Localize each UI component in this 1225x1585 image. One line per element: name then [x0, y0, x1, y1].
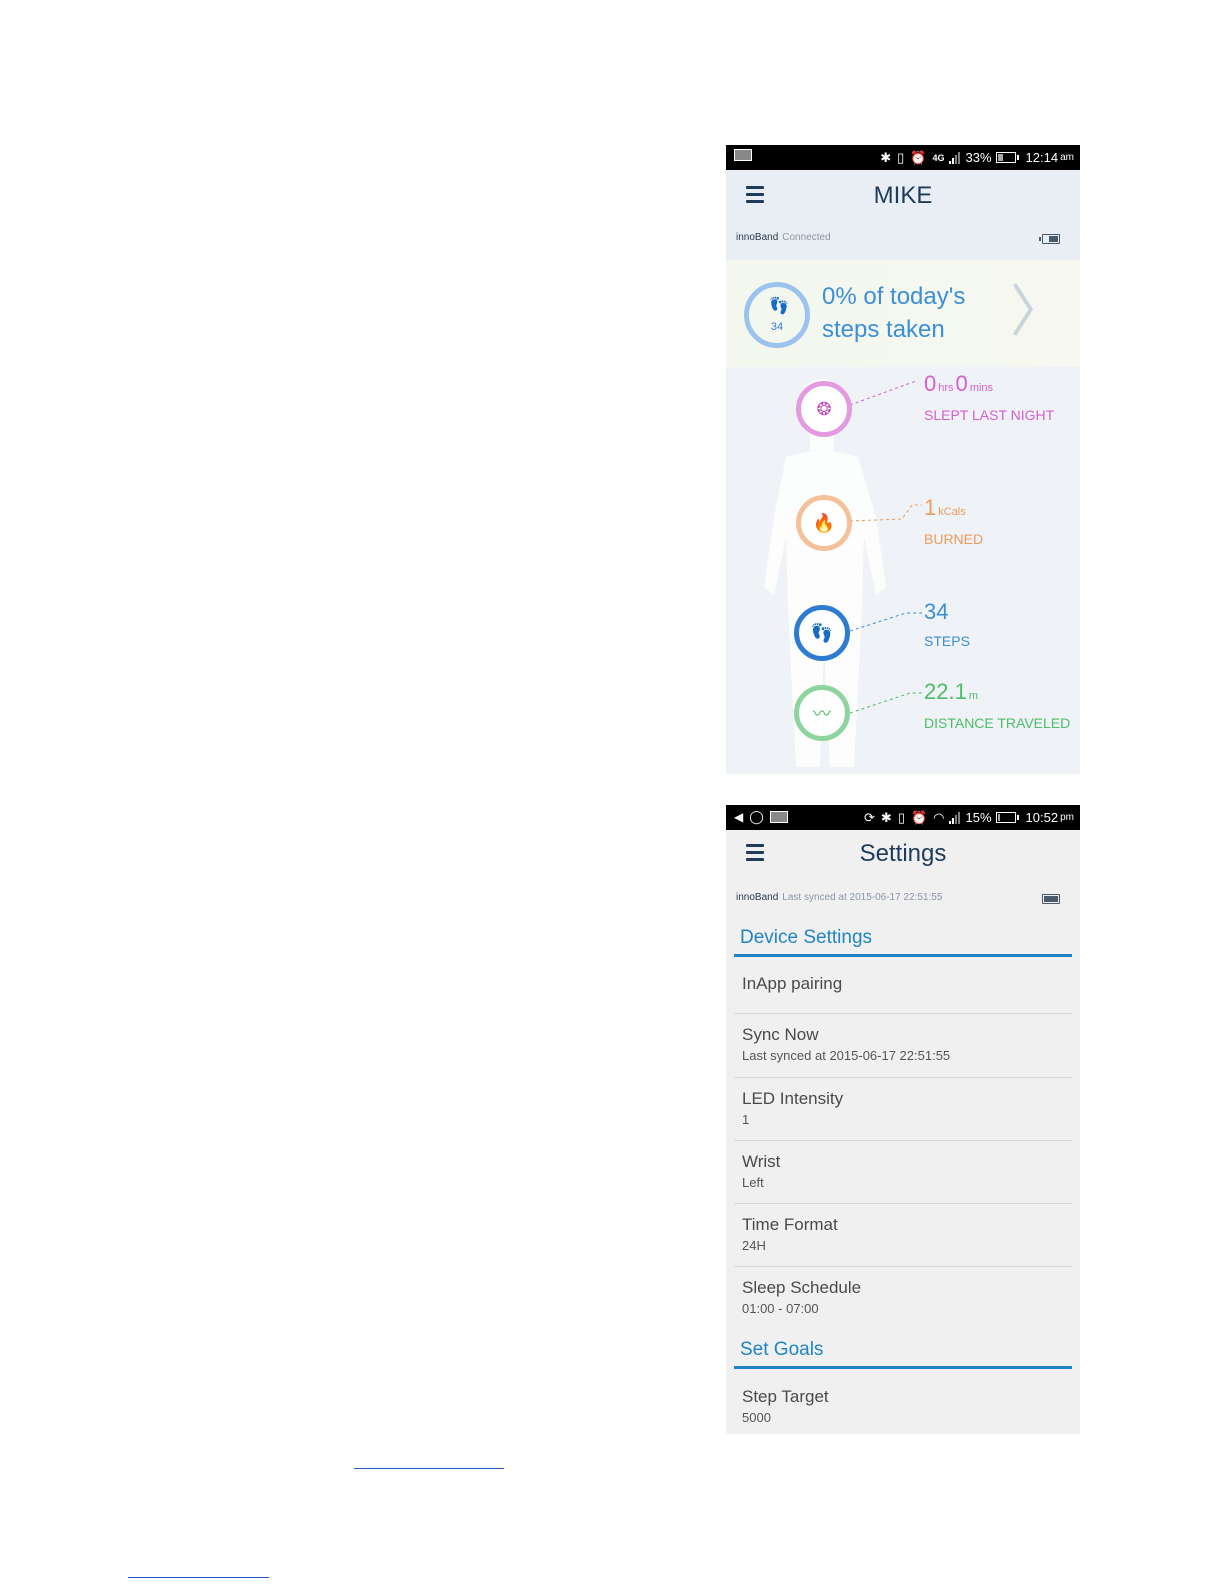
footprints-icon: 👣	[769, 298, 789, 315]
settings-row-wrist[interactable]: Wrist Left	[734, 1142, 1072, 1204]
footprints-icon[interactable]: 👣	[794, 605, 850, 661]
status-bar: ✱ ▯ ⏰ 4G 33% 12:14 am	[726, 145, 1080, 170]
bluetooth-icon: ✱	[880, 149, 892, 165]
settings-screen: ◀ ◯ ⟳ ✱ ▯ ⏰ ◠ 15% 10:52 pm Settings inno…	[726, 805, 1080, 1434]
distance-value: 22.1 m	[924, 679, 980, 705]
steps-label: STEPS	[924, 633, 970, 649]
sleep-value: 0 hrs0 mins	[924, 371, 995, 397]
wifi-icon: ◠	[933, 809, 945, 825]
back-notification-icon: ◀	[734, 810, 744, 824]
distance-label: DISTANCE TRAVELED	[924, 715, 1071, 731]
settings-row-value: 1	[742, 1112, 750, 1127]
settings-row-value: Left	[742, 1175, 764, 1190]
settings-row-led-intensity[interactable]: LED Intensity 1	[734, 1079, 1072, 1141]
whatsapp-icon: ◯	[749, 809, 764, 824]
sleep-minutes: 0	[955, 371, 968, 396]
sleep-minutes-unit: mins	[969, 382, 994, 394]
steps-banner[interactable]: 👣 34 0% of today's steps taken 〉	[726, 260, 1080, 367]
sleep-hours-unit: hrs	[938, 382, 954, 394]
flame-icon[interactable]: 🔥	[796, 495, 852, 551]
steps-value: 34	[924, 599, 949, 624]
battery-icon	[995, 812, 1019, 823]
calories-number: 1	[924, 495, 937, 520]
network-type-icon: 4G	[932, 152, 945, 163]
settings-row-title: Sync Now	[742, 1025, 819, 1044]
battery-percent: 33%	[965, 150, 992, 165]
settings-row-sleep-schedule[interactable]: Sleep Schedule 01:00 - 07:00	[734, 1268, 1072, 1328]
battery-percent: 15%	[965, 810, 992, 825]
image-notification-icon	[769, 811, 788, 823]
bluetooth-icon: ✱	[880, 809, 892, 825]
vibrate-icon: ▯	[897, 809, 905, 825]
steps-ring-count: 34	[770, 321, 784, 333]
band-battery-icon	[1042, 894, 1060, 904]
home-screen: ✱ ▯ ⏰ 4G 33% 12:14 am MIKE innoBand Conne…	[726, 145, 1080, 774]
settings-row-time-format[interactable]: Time Format 24H	[734, 1205, 1072, 1267]
alarm-icon: ⏰	[910, 149, 927, 165]
settings-row-title: Wrist	[742, 1152, 781, 1171]
status-bar: ◀ ◯ ⟳ ✱ ▯ ⏰ ◠ 15% 10:52 pm	[726, 805, 1080, 830]
steps-banner-line1: 0% of today's	[822, 283, 966, 310]
distance-number: 22.1	[924, 679, 967, 704]
settings-row-title: Step Target	[742, 1387, 829, 1406]
brain-icon[interactable]: ❂	[796, 381, 852, 437]
settings-row-title: Time Format	[742, 1215, 838, 1234]
alarm-icon: ⏰	[910, 809, 928, 825]
settings-row-inapp-pairing[interactable]: InApp pairing	[734, 957, 1072, 1014]
calories-value: 1 kCals	[924, 495, 968, 521]
sleep-label: SLEPT LAST NIGHT	[924, 407, 1055, 423]
image-notification-icon	[734, 149, 752, 161]
settings-row-value: 24H	[742, 1238, 766, 1253]
clock: 12:14	[1025, 150, 1059, 165]
page-title: MIKE	[873, 182, 933, 209]
distance-unit: m	[968, 690, 978, 702]
clock: 10:52	[1025, 810, 1059, 825]
signal-icon	[948, 811, 960, 824]
calories-unit: kCals	[938, 506, 966, 518]
settings-row-value: 5000	[742, 1410, 771, 1425]
sync-icon: ⟳	[864, 809, 875, 825]
steps-banner-text: 0% of today's steps taken	[822, 280, 965, 346]
device-status-line: innoBand Last synced at 2015-06-17 22:51:…	[736, 892, 942, 903]
settings-row-step-target[interactable]: Step Target 5000	[734, 1375, 1072, 1434]
app-header: Settings innoBand Last synced at 2015-06-…	[726, 830, 1080, 957]
band-battery-icon	[1039, 234, 1060, 244]
signal-icon	[948, 151, 960, 164]
calories-label: BURNED	[924, 531, 984, 547]
body-stats-area: ❂ 0 hrs0 mins SLEPT LAST NIGHT 🔥 1 kCals BU…	[726, 367, 1080, 774]
settings-row-title: InApp pairing	[742, 974, 843, 993]
set-goals-header: Set Goals	[734, 1335, 1072, 1369]
steps-banner-line2: steps taken	[822, 316, 945, 343]
settings-row-title: Sleep Schedule	[742, 1278, 862, 1297]
hyperlink-underline[interactable]	[128, 1576, 269, 1578]
device-name: innoBand	[736, 892, 779, 903]
connection-status: Connected	[782, 232, 831, 243]
chevron-right-icon[interactable]: 〉	[1010, 284, 1066, 340]
settings-row-sync-now[interactable]: Sync Now Last synced at 2015-06-17 22:51…	[734, 1015, 1072, 1078]
settings-row-value: 01:00 - 07:00	[742, 1301, 819, 1316]
sleep-hours: 0	[924, 371, 937, 396]
device-settings-header: Device Settings	[734, 923, 1072, 957]
battery-icon	[995, 152, 1019, 163]
clock-ampm: pm	[1060, 812, 1074, 823]
vibrate-icon: ▯	[897, 149, 905, 165]
clock-ampm: am	[1060, 152, 1074, 163]
route-icon[interactable]: 〰	[794, 685, 850, 741]
sync-status: Last synced at 2015-06-17 22:51:55	[782, 892, 943, 903]
page-title: Settings	[859, 840, 947, 867]
body-figure	[764, 379, 922, 767]
device-status-line: innoBand Connected	[736, 232, 831, 243]
settings-row-value: Last synced at 2015-06-17 22:51:55	[742, 1048, 951, 1063]
hyperlink-underline[interactable]	[354, 1467, 504, 1469]
app-header: MIKE innoBand Connected	[726, 170, 1080, 260]
settings-row-title: LED Intensity	[742, 1089, 844, 1108]
device-name: innoBand	[736, 232, 779, 243]
steps-progress-ring: 👣 34	[744, 282, 810, 348]
